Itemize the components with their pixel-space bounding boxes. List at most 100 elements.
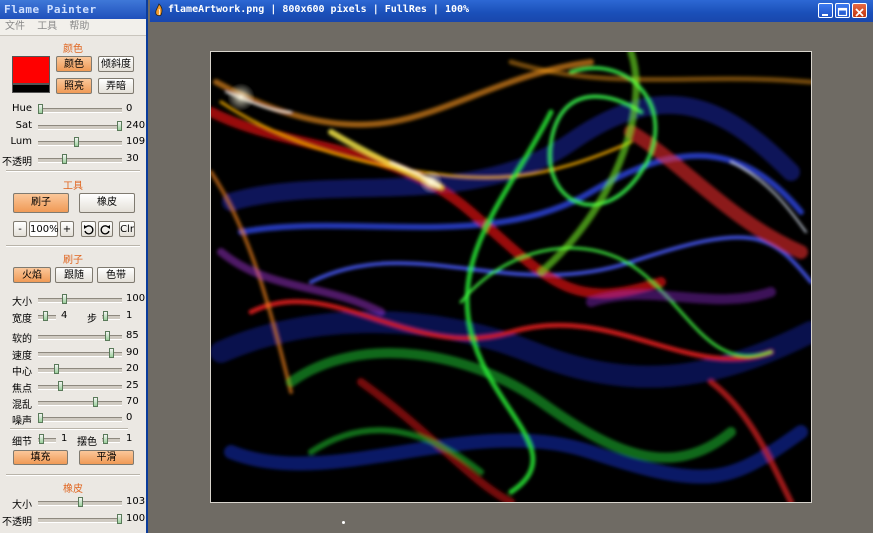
saturation-slider[interactable]: Sat 240 — [0, 120, 146, 134]
brush-section-title: 刷子 — [63, 255, 83, 266]
hue-slider[interactable]: Hue 0 — [0, 103, 146, 117]
follow-mode-button[interactable]: 跟随 — [55, 267, 93, 283]
slider-thumb[interactable] — [109, 348, 115, 358]
slider-value: 85 — [126, 330, 139, 341]
slider-value: 103 — [126, 496, 146, 507]
brush-tool-button[interactable]: 刷子 — [13, 193, 69, 213]
redo-icon — [100, 225, 110, 235]
slider-label: 不透明 — [2, 517, 32, 528]
luminance-slider[interactable]: Lum 109 — [0, 136, 146, 150]
slider-value: 25 — [126, 380, 139, 391]
secondary-color-swatch[interactable] — [12, 84, 50, 93]
slider-thumb[interactable] — [117, 121, 122, 131]
slider-track[interactable] — [38, 385, 122, 390]
slider-label: 摆色 — [77, 437, 97, 448]
redo-button[interactable] — [98, 221, 113, 237]
close-button[interactable] — [852, 3, 867, 18]
slider-track[interactable] — [38, 158, 122, 163]
slider-label: Sat — [15, 120, 32, 131]
divider — [10, 428, 128, 430]
slider-label: 焦点 — [12, 384, 32, 395]
slider-label: 软的 — [12, 334, 32, 345]
divider — [6, 170, 140, 172]
slider-thumb[interactable] — [38, 413, 43, 423]
slider-thumb[interactable] — [61, 154, 67, 164]
cursor-dot — [342, 521, 345, 524]
slider-track[interactable] — [38, 141, 122, 146]
slider-value: 90 — [126, 347, 139, 358]
slider-label: 噪声 — [12, 416, 32, 427]
slider-thumb[interactable] — [117, 514, 122, 524]
brush-size-slider[interactable]: 大小 100 — [0, 293, 146, 308]
darken-button[interactable]: 弄暗 — [98, 78, 134, 94]
slider-thumb[interactable] — [102, 434, 108, 444]
fill-button[interactable]: 填充 — [13, 450, 68, 465]
eraser-size-slider[interactable]: 大小 103 — [0, 496, 146, 511]
divider — [6, 474, 140, 476]
minimize-button[interactable] — [818, 3, 833, 18]
image-window: flameArtwork.png | 800x600 pixels | Full… — [150, 0, 873, 533]
maximize-button[interactable] — [835, 3, 850, 18]
undo-icon — [84, 225, 94, 235]
slider-thumb[interactable] — [93, 397, 99, 407]
slider-label: 大小 — [12, 297, 32, 308]
brush-step-slider[interactable]: 步1 — [0, 310, 146, 325]
slider-thumb[interactable] — [38, 104, 43, 114]
image-window-title: flameArtwork.png | 800x600 pixels | Full… — [168, 4, 470, 15]
flame-artwork-image — [211, 52, 811, 502]
slider-value: 70 — [126, 396, 139, 407]
panel-title: Flame Painter — [0, 0, 146, 19]
slider-value: 1 — [126, 310, 133, 321]
undo-button[interactable] — [81, 221, 96, 237]
slider-thumb[interactable] — [73, 137, 79, 147]
menu-tools[interactable]: 工具 — [37, 21, 57, 32]
slider-track[interactable] — [38, 417, 122, 422]
noise-slider[interactable]: 噪声 0 — [0, 412, 146, 427]
ribbon-mode-button[interactable]: 色带 — [97, 267, 135, 283]
slider-track[interactable] — [38, 125, 122, 130]
slider-track[interactable] — [38, 298, 122, 303]
slider-value: 100 — [126, 513, 146, 524]
flame-mode-button[interactable]: 火焰 — [13, 267, 51, 283]
divider — [6, 245, 140, 247]
slider-track[interactable] — [38, 401, 122, 406]
zoom-out-button[interactable]: - — [13, 221, 27, 237]
slider-thumb[interactable] — [61, 294, 67, 304]
slider-track[interactable] — [38, 108, 122, 113]
zoom-in-button[interactable]: + — [60, 221, 74, 237]
image-window-titlebar[interactable]: flameArtwork.png | 800x600 pixels | Full… — [150, 0, 873, 22]
focus-slider[interactable]: 焦点 25 — [0, 380, 146, 395]
lighten-button[interactable]: 照亮 — [56, 78, 92, 94]
primary-color-swatch[interactable] — [12, 56, 50, 84]
gradient-button[interactable]: 倾斜度 — [98, 56, 134, 72]
eraser-tool-button[interactable]: 橡皮 — [79, 193, 135, 213]
hue-shift-slider[interactable]: 摆色 1 — [0, 433, 146, 448]
clear-button[interactable]: Clr — [119, 221, 135, 237]
menu-help[interactable]: 帮助 — [69, 21, 89, 32]
slider-label: 不透明 — [2, 157, 32, 168]
slider-thumb[interactable] — [77, 497, 83, 507]
control-panel: Flame Painter 文件 工具 帮助 颜色 颜色 倾斜度 照亮 弄暗 H… — [0, 0, 148, 533]
softness-slider[interactable]: 软的 85 — [0, 330, 146, 345]
color-opacity-slider[interactable]: 不透明 30 — [0, 153, 146, 168]
menu-file[interactable]: 文件 — [5, 21, 25, 32]
slider-thumb[interactable] — [53, 364, 59, 374]
color-button[interactable]: 颜色 — [56, 56, 92, 72]
chaos-slider[interactable]: 混乱 70 — [0, 396, 146, 411]
slider-thumb[interactable] — [103, 311, 109, 321]
speed-slider[interactable]: 速度 90 — [0, 347, 146, 362]
slider-value: 0 — [126, 412, 133, 423]
slider-thumb[interactable] — [105, 331, 111, 341]
eraser-opacity-slider[interactable]: 不透明 100 — [0, 513, 146, 528]
smooth-button[interactable]: 平滑 — [79, 450, 134, 465]
slider-value: 109 — [126, 136, 146, 147]
eraser-section-title: 橡皮 — [63, 484, 83, 495]
flame-artwork-canvas[interactable] — [210, 51, 812, 503]
slider-thumb[interactable] — [57, 381, 63, 391]
slider-track[interactable] — [38, 518, 122, 523]
slider-label: 大小 — [12, 500, 32, 511]
center-slider[interactable]: 中心 20 — [0, 363, 146, 378]
slider-label: 混乱 — [12, 400, 32, 411]
slider-value: 20 — [126, 363, 139, 374]
slider-track[interactable] — [38, 368, 122, 373]
